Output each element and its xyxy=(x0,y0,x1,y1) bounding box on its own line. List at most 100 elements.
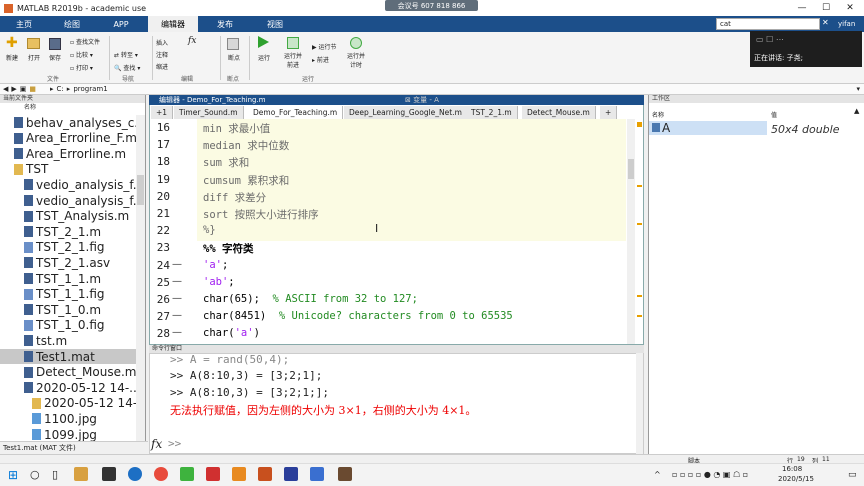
new-tab-button[interactable]: + xyxy=(600,106,618,119)
file-list-item[interactable]: Area_Errorline_F.m xyxy=(14,131,136,146)
editor-scrollbar[interactable] xyxy=(627,119,635,344)
file-explorer-icon[interactable] xyxy=(74,467,88,481)
app-icon[interactable] xyxy=(284,467,298,481)
run-section-button[interactable]: ▶ 运行节 xyxy=(312,42,348,51)
file-list-item[interactable]: 2020-05-12 14-... xyxy=(24,380,136,395)
warning-marker[interactable] xyxy=(637,185,642,187)
file-list-item[interactable]: TST_2_1.asv xyxy=(24,255,110,270)
editor-tab[interactable]: TST_2_1.m xyxy=(466,106,518,119)
notification-center-icon[interactable]: ▭ xyxy=(848,470,857,480)
search-icon[interactable]: ○ xyxy=(30,468,40,481)
app-icon[interactable] xyxy=(102,467,116,481)
scrollbar-thumb[interactable] xyxy=(628,159,634,179)
run-time-button[interactable]: 运行并 计时 xyxy=(343,51,369,69)
save-button[interactable]: 保存 xyxy=(45,53,65,62)
save-icon[interactable] xyxy=(49,38,61,50)
breakpoint-dash[interactable]: — xyxy=(172,276,182,287)
command-scrollbar[interactable] xyxy=(636,353,643,454)
warning-marker[interactable] xyxy=(637,223,642,225)
chrome-icon[interactable] xyxy=(154,467,168,481)
task-view-icon[interactable]: ▯ xyxy=(52,468,58,481)
file-list-item[interactable]: Detect_Mouse.m xyxy=(24,365,136,380)
warning-marker[interactable] xyxy=(637,295,642,297)
file-list-item[interactable]: TST xyxy=(14,162,48,177)
file-list-item[interactable]: TST_2_1.m xyxy=(24,224,101,239)
tab-apps[interactable]: APP xyxy=(98,16,144,32)
comment-button[interactable]: 注释 xyxy=(156,50,172,59)
file-list-item[interactable]: TST_1_1.fig xyxy=(24,287,105,302)
tray-icons[interactable]: ▫ ▫ ▫ ▫ ● ◔ ▣ ☖ ▫ xyxy=(672,470,748,479)
compare-button[interactable]: ▫ 比较 ▾ xyxy=(70,50,110,59)
path-drive[interactable]: C: xyxy=(57,85,64,93)
find-button[interactable]: 🔍 查找 ▾ xyxy=(114,63,150,72)
clock-date[interactable]: 2020/5/15 xyxy=(778,475,814,483)
breakpoint-dash[interactable]: — xyxy=(172,327,182,338)
run-advance-button[interactable]: 运行并 前进 xyxy=(280,51,306,69)
ws-column-name[interactable]: 名称 xyxy=(652,110,664,119)
run-advance-icon[interactable] xyxy=(287,37,299,49)
forward-icon[interactable]: ▶ xyxy=(11,85,16,93)
maximize-button[interactable]: ☐ xyxy=(814,0,838,16)
app-icon[interactable] xyxy=(232,467,246,481)
breakpoint-dash[interactable]: — xyxy=(172,293,182,304)
file-list-item[interactable]: Test1.mat xyxy=(0,349,136,364)
user-menu[interactable]: yifan xyxy=(838,18,862,30)
search-input[interactable]: cat xyxy=(716,18,820,30)
file-list-item[interactable]: TST_2_1.fig xyxy=(24,240,105,255)
warning-marker[interactable] xyxy=(637,315,642,317)
matlab-taskbar-icon[interactable] xyxy=(258,467,272,481)
goto-button[interactable]: ⇄ 转至 ▾ xyxy=(114,50,150,59)
ws-column-value[interactable]: 值 xyxy=(771,110,777,119)
app-icon[interactable] xyxy=(310,467,324,481)
fx-function-browser-icon[interactable]: fx xyxy=(151,437,162,451)
fx-icon[interactable]: fx xyxy=(188,36,196,46)
file-list-item[interactable]: 1099.jpg xyxy=(32,427,97,441)
close-button[interactable]: ✕ xyxy=(838,0,862,16)
wechat-icon[interactable] xyxy=(180,467,194,481)
windows-start-icon[interactable]: ⊞ xyxy=(8,468,18,482)
path-folder[interactable]: program1 xyxy=(73,85,107,93)
file-list-item[interactable]: behav_analyses_c... xyxy=(14,115,136,130)
back-icon[interactable]: ◀ xyxy=(3,85,8,93)
file-list-item[interactable]: 2020-05-12 14-... xyxy=(32,396,136,411)
folder-open-icon[interactable] xyxy=(27,38,40,49)
editor-tab[interactable]: Detect_Mouse.m xyxy=(522,106,596,119)
tab-publish[interactable]: 发布 xyxy=(200,16,250,32)
path-dropdown-icon[interactable]: ▾ xyxy=(856,85,860,93)
variable-editor-tab[interactable]: ⊠ 变量 - A xyxy=(405,95,439,105)
editor-tab-overflow[interactable]: +1 xyxy=(151,106,174,119)
file-list-item[interactable]: TST_1_0.m xyxy=(24,302,101,317)
new-icon[interactable]: ✚ xyxy=(6,36,18,50)
breakpoint-button[interactable]: 断点 xyxy=(224,53,244,62)
file-list-item[interactable]: vedio_analysis_f... xyxy=(24,193,136,208)
minimize-button[interactable]: — xyxy=(790,0,814,16)
column-name-header[interactable]: 名称 xyxy=(0,103,145,112)
file-list-item[interactable]: 1100.jpg xyxy=(32,411,97,426)
editor-tab[interactable]: Deep_Learning_Google_Net.m xyxy=(344,106,468,119)
run-button[interactable]: 运行 xyxy=(254,53,274,62)
tab-home[interactable]: 主页 xyxy=(2,16,46,32)
insert-button[interactable]: 插入 xyxy=(156,38,172,47)
editor-tab[interactable]: Timer_Sound.m xyxy=(174,106,244,119)
browse-folder-icon[interactable]: ■ xyxy=(29,85,36,93)
collapse-icon[interactable]: ▲ xyxy=(854,107,863,115)
open-button[interactable]: 打开 xyxy=(24,53,44,62)
find-files-button[interactable]: ▫ 查找文件 xyxy=(70,37,110,46)
ws-variable-name[interactable]: A xyxy=(662,121,670,135)
file-list-item[interactable]: Area_Errorline.m xyxy=(14,146,126,161)
breakpoint-icon[interactable] xyxy=(227,38,239,50)
file-list-scrollbar[interactable] xyxy=(136,115,145,441)
notification-toolbar-icon[interactable]: ▭ ☐ ⋯ xyxy=(756,35,784,44)
editor-tab-active[interactable]: Demo_For_Teaching.m xyxy=(248,106,344,119)
warning-indicator-icon[interactable] xyxy=(637,122,642,127)
file-list-item[interactable]: TST_Analysis.m xyxy=(24,209,129,224)
clock-time[interactable]: 16:08 xyxy=(782,465,802,473)
clear-search-icon[interactable]: ✕ xyxy=(822,18,832,30)
breakpoint-dash[interactable]: — xyxy=(172,310,182,321)
breakpoint-dash[interactable]: — xyxy=(172,259,182,270)
up-folder-icon[interactable]: ▣ xyxy=(20,85,27,93)
scrollbar-thumb[interactable] xyxy=(137,175,144,205)
tray-overflow-icon[interactable]: ^ xyxy=(654,470,661,479)
tab-plots[interactable]: 绘图 xyxy=(48,16,96,32)
file-list-item[interactable]: tst.m xyxy=(24,333,67,348)
